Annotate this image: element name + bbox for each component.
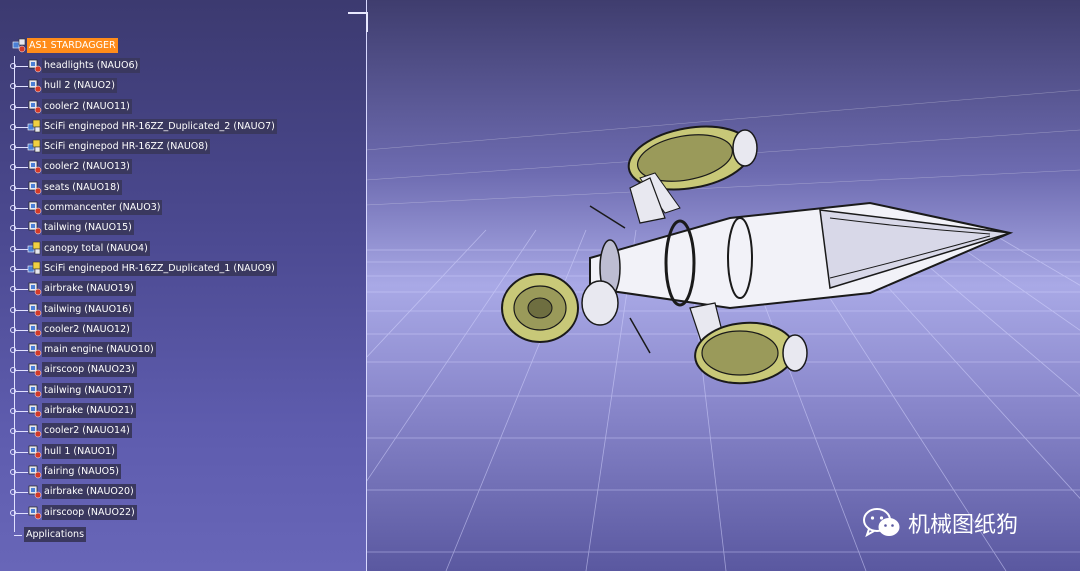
part-icon[interactable]	[27, 342, 42, 357]
part-icon[interactable]	[27, 484, 42, 499]
tree-node[interactable]: cooler2 (NAUO14)	[10, 421, 360, 441]
tree-node-label[interactable]: cooler2 (NAUO12)	[42, 321, 132, 337]
tree-node-label[interactable]: tailwing (NAUO15)	[42, 220, 134, 236]
part-icon[interactable]	[27, 423, 42, 438]
tree-node[interactable]: hull 1 (NAUO1)	[10, 442, 360, 462]
tree-node[interactable]: cooler2 (NAUO11)	[10, 97, 360, 117]
tree-node-label[interactable]: headlights (NAUO6)	[42, 58, 141, 73]
tree-node-label[interactable]: canopy total (NAUO4)	[42, 240, 150, 256]
tree-node[interactable]: headlights (NAUO6)	[10, 56, 360, 76]
part-icon[interactable]	[27, 200, 42, 215]
tree-node[interactable]: tailwing (NAUO16)	[10, 300, 360, 320]
tree-node[interactable]: canopy total (NAUO4)	[10, 239, 360, 259]
spaceship-model[interactable]	[490, 118, 1030, 398]
product-icon[interactable]	[27, 139, 42, 154]
panel-corner-bracket	[348, 12, 368, 32]
tree-connector	[14, 535, 22, 536]
tree-node[interactable]: airscoop (NAUO23)	[10, 360, 360, 380]
specification-tree-panel: AS1 STARDAGGER headlights (NAUO6) hull 2…	[0, 0, 368, 571]
part-icon[interactable]	[27, 58, 42, 73]
tree-node[interactable]: airscoop (NAUO22)	[10, 503, 360, 523]
tree-node-label[interactable]: commancenter (NAUO3)	[42, 200, 163, 216]
tree-node-label[interactable]: SciFi enginepod HR-16ZZ_Duplicated_2 (NA…	[42, 118, 277, 134]
part-icon[interactable]	[27, 362, 42, 377]
tree-root-label[interactable]: AS1 STARDAGGER	[27, 38, 118, 53]
tree-node-label[interactable]: airbrake (NAUO21)	[42, 403, 136, 419]
part-icon[interactable]	[27, 302, 42, 317]
tree-node[interactable]: SciFi enginepod HR-16ZZ_Duplicated_2 (NA…	[10, 117, 360, 137]
tree-node-label[interactable]: airscoop (NAUO23)	[42, 362, 137, 378]
tree-node[interactable]: fairing (NAUO5)	[10, 462, 360, 482]
tree-node[interactable]: tailwing (NAUO17)	[10, 381, 360, 401]
part-icon[interactable]	[27, 220, 42, 235]
tree-node-label[interactable]: SciFi enginepod HR-16ZZ (NAUO8)	[42, 139, 211, 155]
tree-node-label[interactable]: airscoop (NAUO22)	[42, 504, 137, 520]
tree-node-label[interactable]: SciFi enginepod HR-16ZZ_Duplicated_1 (NA…	[42, 260, 277, 276]
tree-node-label[interactable]: main engine (NAUO10)	[42, 342, 156, 358]
tree-node[interactable]: main engine (NAUO10)	[10, 340, 360, 360]
product-icon[interactable]	[27, 119, 42, 134]
part-icon[interactable]	[27, 383, 42, 398]
part-icon[interactable]	[27, 78, 42, 93]
tree-node-label[interactable]: seats (NAUO18)	[42, 179, 122, 195]
tree-node[interactable]: cooler2 (NAUO13)	[10, 157, 360, 177]
tree-node-label[interactable]: hull 2 (NAUO2)	[42, 78, 117, 94]
tree-node[interactable]: airbrake (NAUO20)	[10, 482, 360, 502]
tree-node[interactable]: airbrake (NAUO19)	[10, 279, 360, 299]
specification-tree: AS1 STARDAGGER headlights (NAUO6) hull 2…	[10, 36, 360, 523]
part-icon[interactable]	[27, 159, 42, 174]
tree-node-label[interactable]: fairing (NAUO5)	[42, 463, 121, 479]
tree-node[interactable]: cooler2 (NAUO12)	[10, 320, 360, 340]
tree-node-label[interactable]: hull 1 (NAUO1)	[42, 443, 117, 459]
tree-node-label[interactable]: cooler2 (NAUO13)	[42, 159, 132, 175]
tree-root-node[interactable]: AS1 STARDAGGER	[10, 36, 360, 56]
tree-node-label[interactable]: cooler2 (NAUO11)	[42, 98, 132, 114]
tree-node-label[interactable]: tailwing (NAUO17)	[42, 382, 134, 398]
tree-node[interactable]: commancenter (NAUO3)	[10, 198, 360, 218]
part-icon[interactable]	[27, 281, 42, 296]
part-icon[interactable]	[27, 444, 42, 459]
tree-node[interactable]: tailwing (NAUO15)	[10, 218, 360, 238]
product-icon[interactable]	[27, 241, 42, 256]
tree-node[interactable]: SciFi enginepod HR-16ZZ (NAUO8)	[10, 137, 360, 157]
watermark-text: 机械图纸狗	[908, 513, 1019, 538]
part-icon[interactable]	[27, 322, 42, 337]
tree-node[interactable]: seats (NAUO18)	[10, 178, 360, 198]
tree-node[interactable]: SciFi enginepod HR-16ZZ_Duplicated_1 (NA…	[10, 259, 360, 279]
left-engine-pod	[501, 273, 619, 343]
part-icon[interactable]	[27, 505, 42, 520]
main-fuselage	[589, 177, 1014, 354]
wechat-icon	[863, 508, 900, 538]
tree-node-label[interactable]: tailwing (NAUO16)	[42, 301, 134, 317]
part-icon[interactable]	[27, 464, 42, 479]
applications-label[interactable]: Applications	[24, 527, 87, 542]
tree-node-label[interactable]: cooler2 (NAUO14)	[42, 423, 132, 439]
part-icon[interactable]	[27, 403, 42, 418]
part-icon[interactable]	[27, 180, 42, 195]
product-icon[interactable]	[27, 261, 42, 276]
part-icon[interactable]	[27, 99, 42, 114]
tree-node-label[interactable]: airbrake (NAUO19)	[42, 281, 136, 297]
tree-node[interactable]: hull 2 (NAUO2)	[10, 76, 360, 96]
assembly-icon[interactable]	[12, 38, 27, 53]
tree-node-label[interactable]: airbrake (NAUO20)	[42, 484, 136, 500]
watermark: 机械图纸狗	[862, 506, 1018, 540]
tree-node[interactable]: airbrake (NAUO21)	[10, 401, 360, 421]
